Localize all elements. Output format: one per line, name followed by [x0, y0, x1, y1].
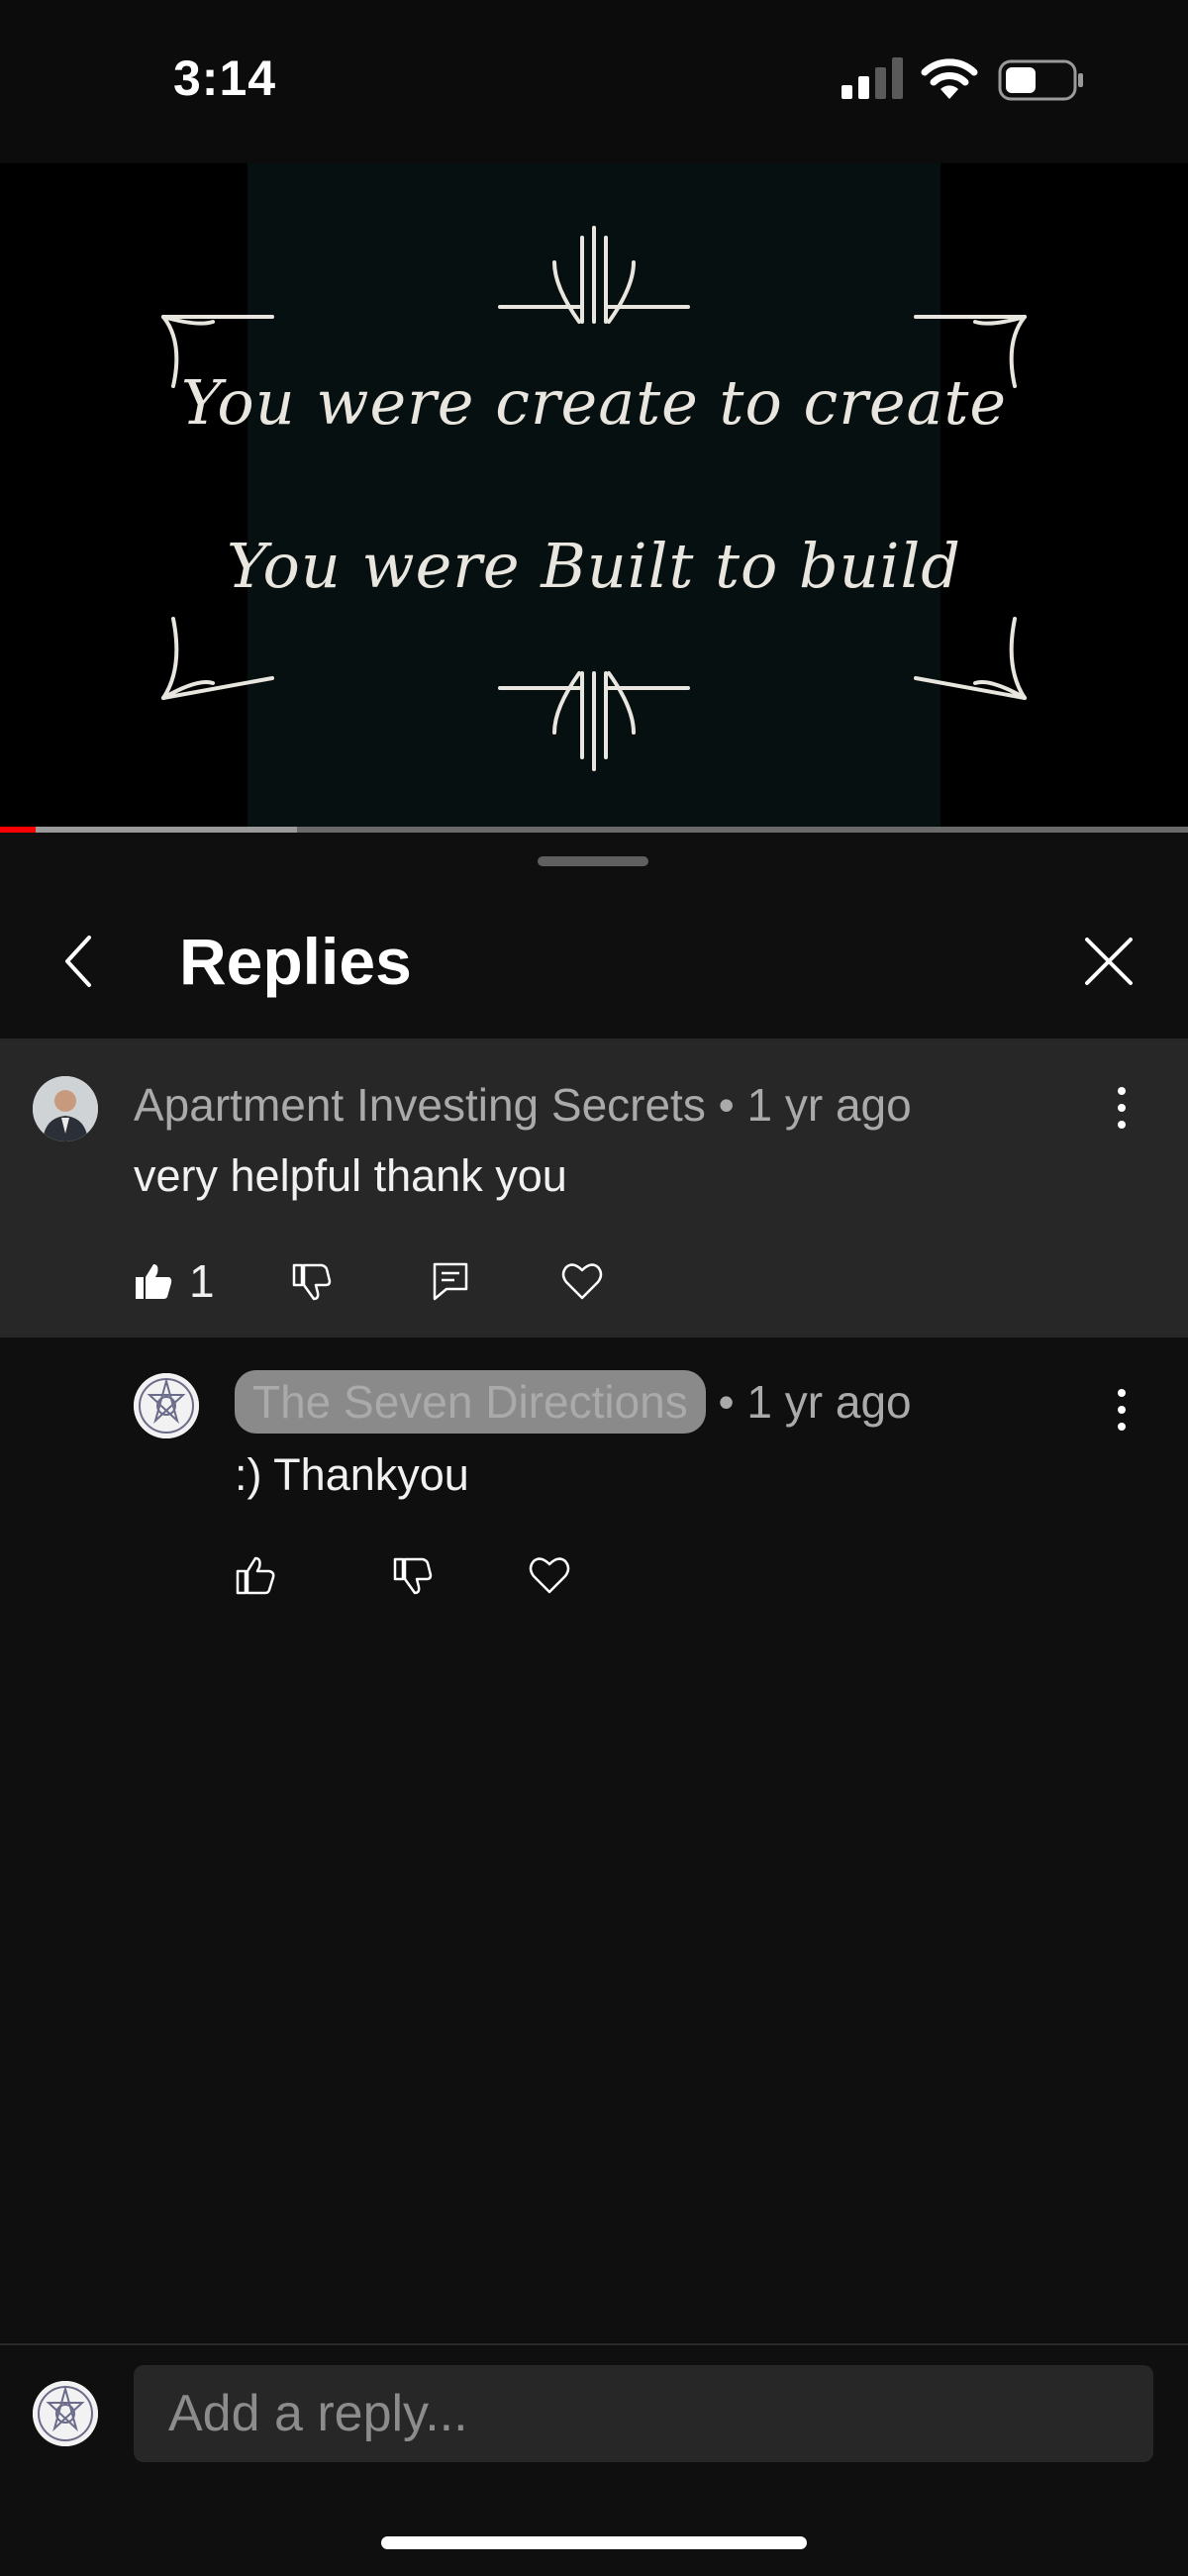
thumb-down-icon[interactable] [393, 1555, 433, 1595]
comment-author[interactable]: Apartment Investing Secrets [134, 1079, 706, 1131]
thumb-down-icon[interactable] [292, 1261, 332, 1301]
comment-text: :) Thankyou [235, 1449, 469, 1500]
video-caption-line-2: You were Built to build [227, 530, 961, 602]
avatar[interactable] [33, 1076, 98, 1141]
parent-comment: Apartment Investing Secrets • 1 yr ago v… [0, 1039, 1188, 1338]
like-button[interactable]: 1 [134, 1255, 215, 1307]
avatar-photo-icon [33, 1076, 98, 1141]
ornamental-frame-icon [161, 226, 1027, 771]
video-caption-line-1: You were create to create [180, 366, 1008, 439]
battery-icon [998, 59, 1083, 101]
drag-handle[interactable] [538, 856, 648, 866]
replies-sheet: Replies Apartment Investing Secrets • 1 … [0, 833, 1188, 2574]
comment-meta: The Seven Directions • 1 yr ago [235, 1370, 912, 1434]
heart-icon[interactable] [561, 1261, 603, 1301]
close-icon[interactable] [1079, 932, 1138, 991]
chevron-left-icon[interactable] [50, 932, 109, 991]
avatar[interactable] [134, 1373, 199, 1438]
more-vert-icon[interactable] [1107, 1385, 1137, 1435]
wifi-icon [921, 58, 978, 99]
like-count: 1 [189, 1255, 215, 1307]
user-avatar[interactable] [33, 2381, 98, 2446]
status-bar: 3:14 [0, 0, 1188, 163]
heart-icon[interactable] [529, 1555, 570, 1595]
video-player[interactable]: You were create to create You were Built… [0, 163, 1188, 832]
comment-time: • 1 yr ago [718, 1376, 912, 1428]
seven-pointed-star-icon [33, 2381, 98, 2446]
comment-author-chip[interactable]: The Seven Directions [235, 1370, 706, 1434]
thumb-up-icon [136, 1264, 172, 1299]
sheet-title: Replies [179, 925, 412, 998]
reply-icon[interactable] [431, 1261, 470, 1301]
reply-input[interactable] [134, 2365, 1153, 2462]
comment-meta: Apartment Investing Secrets • 1 yr ago [134, 1078, 912, 1132]
cellular-signal-icon [842, 57, 903, 99]
comment-text: very helpful thank you [134, 1150, 567, 1201]
seven-pointed-star-icon [134, 1373, 199, 1438]
home-indicator[interactable] [381, 2536, 807, 2549]
thumb-up-icon[interactable] [236, 1555, 275, 1595]
status-time: 3:14 [173, 50, 277, 106]
more-vert-icon[interactable] [1107, 1083, 1137, 1133]
comment-time: • 1 yr ago [718, 1079, 912, 1131]
